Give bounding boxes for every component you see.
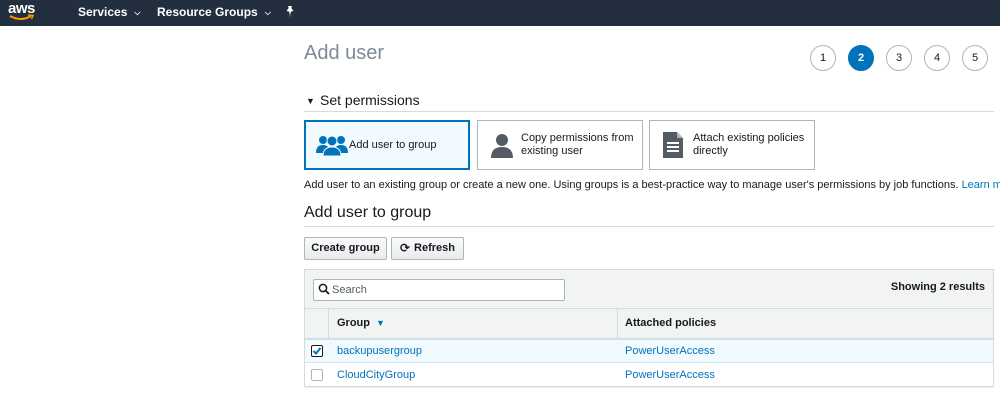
services-menu-label: Services [78,5,128,19]
refresh-icon: ⟳ [399,241,411,255]
option-copy-permissions[interactable]: Copy permissions from existing user [477,120,643,170]
resource-groups-menu-label: Resource Groups [157,5,258,19]
aws-logo[interactable]: aws [8,1,48,25]
row-checkbox[interactable] [311,369,323,381]
policy-link[interactable]: PowerUserAccess [625,369,715,381]
groups-table: Showing 2 results Group ▼ Attached polici… [304,269,994,388]
resource-groups-menu[interactable]: Resource Groups ⌵ [157,0,271,26]
step-5[interactable]: 5 [962,45,988,71]
table-header: Group ▼ Attached policies [305,309,993,339]
results-count: Showing 2 results [890,281,985,293]
chevron-down-icon: ⌵ [264,8,271,17]
create-group-button[interactable]: Create group [304,237,387,260]
checkbox-column-header [305,309,329,339]
users-group-icon [316,135,348,157]
aws-smile-icon [9,14,35,20]
table-row[interactable]: backupusergroup PowerUserAccess [305,339,993,363]
sort-descending-icon: ▼ [376,318,385,328]
document-icon [663,132,683,158]
search-field[interactable] [313,279,565,301]
set-permissions-header[interactable]: ▼ Set permissions [304,92,994,112]
option-label: Copy permissions from existing user [521,132,634,157]
services-menu[interactable]: Services ⌵ [78,0,140,26]
search-input[interactable] [332,282,560,298]
description-text: Add user to an existing group or create … [304,179,962,191]
option-attach-policies[interactable]: Attach existing policies directly [649,120,815,170]
row-checkbox[interactable] [311,345,323,357]
set-permissions-title: Set permissions [320,92,420,108]
learn-more-link[interactable]: Learn more [962,179,1000,191]
page-title: Add user [304,42,385,64]
search-icon [318,283,330,295]
user-icon [491,134,513,158]
table-toolbar: Showing 2 results [305,270,993,309]
column-header-group-label: Group [337,317,370,329]
table-row[interactable]: CloudCityGroup PowerUserAccess [305,364,993,388]
pin-icon[interactable] [284,5,296,19]
step-2-active[interactable]: 2 [848,45,874,71]
checkmark-icon [312,347,322,355]
add-user-to-group-title: Add user to group [304,204,994,227]
group-name-link[interactable]: backupusergroup [337,345,422,357]
group-name-link[interactable]: CloudCityGroup [337,369,415,381]
column-header-attached-policies: Attached policies [625,317,717,329]
refresh-button[interactable]: ⟳ Refresh [391,237,464,260]
step-1[interactable]: 1 [810,45,836,71]
option-add-user-to-group[interactable]: Add user to group [304,120,470,170]
option-label: Attach existing policies directly [693,132,805,157]
step-4[interactable]: 4 [924,45,950,71]
column-divider [617,309,618,339]
refresh-button-label: Refresh [414,242,456,254]
chevron-down-icon: ⌵ [134,8,141,17]
option-label: Add user to group [349,139,437,151]
step-3[interactable]: 3 [886,45,912,71]
permissions-description: Add user to an existing group or create … [304,179,1000,191]
policy-link[interactable]: PowerUserAccess [625,345,715,357]
caret-down-icon: ▼ [306,96,315,106]
column-header-group[interactable]: Group ▼ [337,317,385,329]
top-nav-bar: aws Services ⌵ Resource Groups ⌵ [0,0,1000,26]
